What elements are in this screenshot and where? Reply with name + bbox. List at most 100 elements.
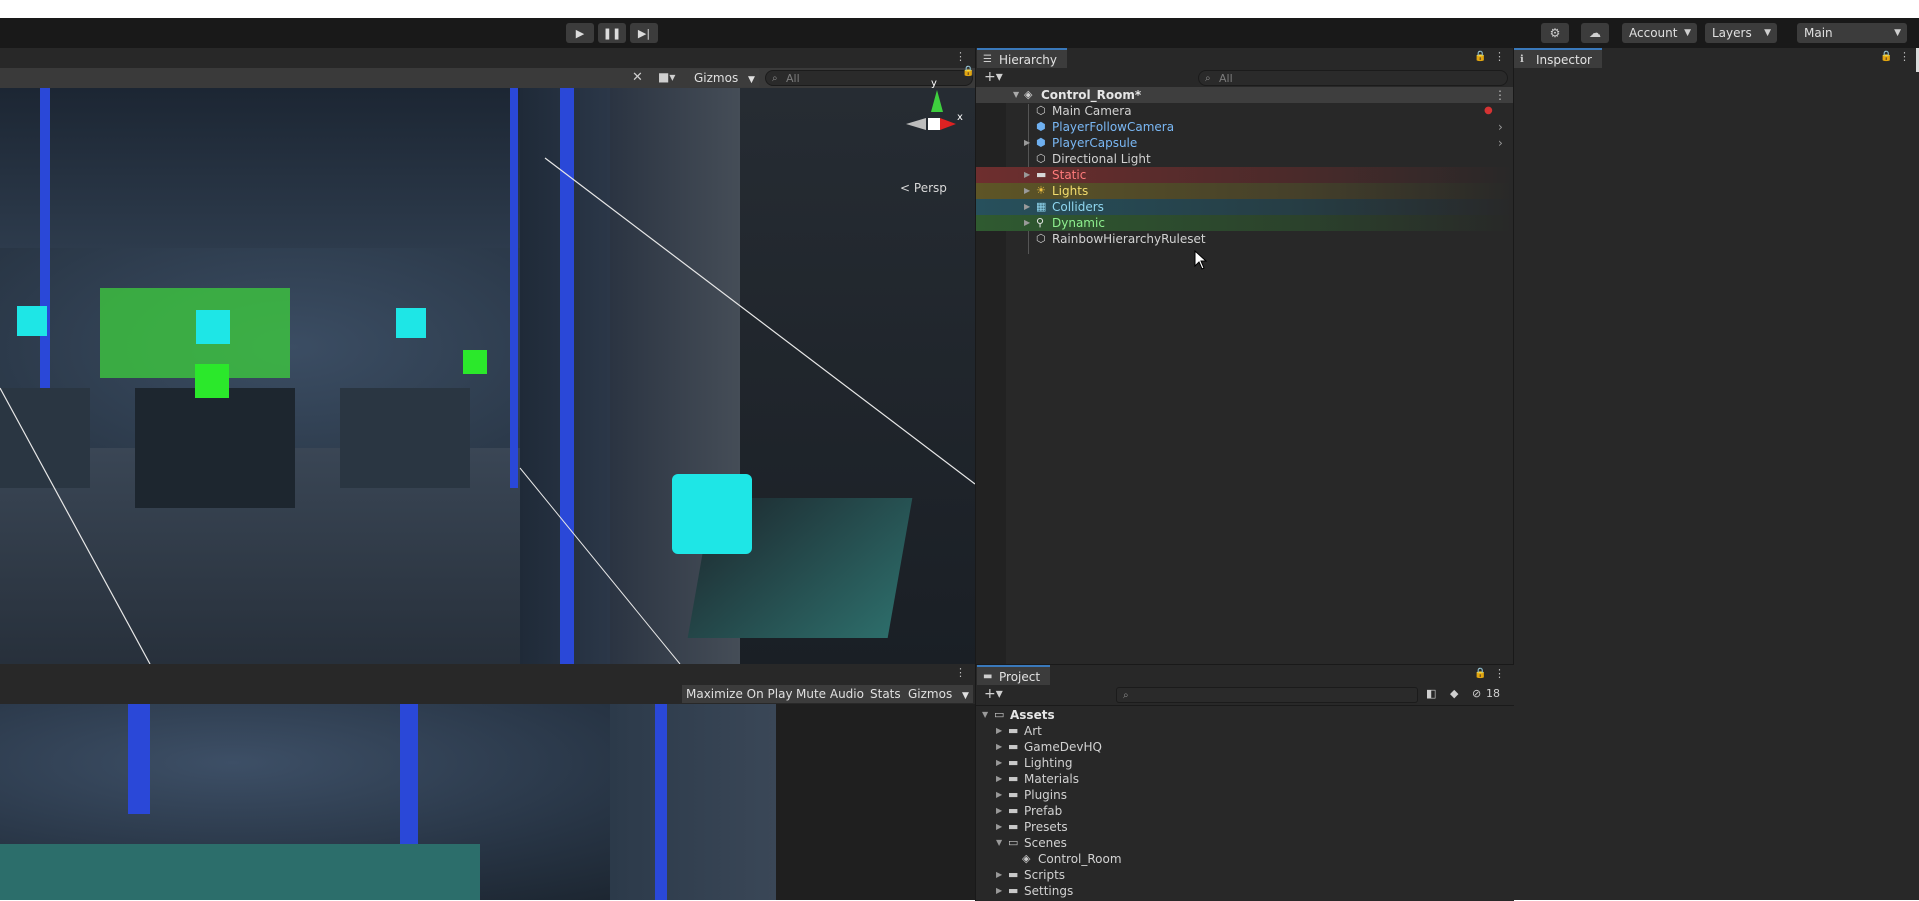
game-gizmos-button[interactable]: Gizmos ▼ (904, 685, 973, 703)
expand-arrow-icon[interactable]: ▶ (1024, 215, 1030, 231)
label-tag-icon[interactable]: ◆ (1450, 687, 1458, 700)
gizmo-y-arrow[interactable] (931, 90, 943, 112)
folder-item[interactable]: ▶ ▬ Prefab (976, 803, 1514, 819)
chevron-right-icon[interactable]: › (1498, 135, 1503, 151)
tab-hierarchy[interactable]: ☰ Hierarchy (977, 48, 1068, 68)
expand-arrow-icon[interactable]: ▶ (996, 723, 1002, 739)
expand-arrow-icon[interactable]: ▶ (1024, 135, 1030, 151)
more-options-icon[interactable]: ⋮ (1899, 50, 1910, 63)
hierarchy-item[interactable]: ⬡ RainbowHierarchyRuleset (976, 231, 1514, 247)
chevron-down-icon: ▼ (962, 691, 969, 701)
gizmo-center-cube[interactable] (928, 118, 940, 130)
hidden-packages-icon[interactable]: ⊘ (1472, 687, 1481, 700)
step-icon: ▶| (637, 26, 651, 40)
expand-arrow-icon[interactable]: ▶ (996, 739, 1002, 755)
pause-button[interactable]: ❚❚ (598, 23, 626, 43)
camera-icon[interactable]: ■▾ (658, 70, 675, 84)
assets-root-row[interactable]: ▼ ▭ Assets (976, 707, 1514, 723)
hierarchy-item[interactable]: ▶ ⬢ PlayerCapsule › (976, 135, 1514, 151)
hierarchy-item[interactable]: ▶ ⚲ Dynamic (976, 215, 1514, 231)
layers-label: Layers (1712, 26, 1752, 40)
step-button[interactable]: ▶| (630, 23, 658, 43)
lock-icon[interactable]: 🔒 (1880, 51, 1892, 62)
gizmo-negx-arrow[interactable] (906, 118, 926, 130)
tab-inspector[interactable]: ℹ Inspector (1514, 48, 1602, 68)
stats-toggle[interactable]: Stats (866, 685, 905, 703)
hierarchy-item[interactable]: ⬡ Directional Light (976, 151, 1514, 167)
more-options-icon[interactable]: ⋮ (1494, 667, 1505, 680)
play-button[interactable]: ▶ (566, 23, 594, 43)
gizmo-x-arrow[interactable] (940, 118, 956, 130)
more-options-icon[interactable]: ⋮ (955, 50, 966, 63)
expand-arrow-icon[interactable]: ▼ (1013, 87, 1019, 103)
scene-viewport[interactable] (0, 88, 975, 664)
layers-dropdown[interactable]: Layers ▼ (1705, 23, 1777, 43)
maximize-on-play-toggle[interactable]: Maximize On Play (682, 685, 797, 703)
expand-arrow-icon[interactable]: ▶ (996, 755, 1002, 771)
expand-arrow-icon[interactable]: ▶ (1024, 183, 1030, 199)
prefab-icon: ⬢ (1036, 120, 1046, 133)
expand-arrow-icon[interactable]: ▶ (996, 771, 1002, 787)
chevron-right-icon[interactable]: › (1498, 119, 1503, 135)
hierarchy-item[interactable]: ⬢ PlayerFollowCamera › (976, 119, 1514, 135)
expand-arrow-icon[interactable]: ▶ (1024, 167, 1030, 183)
folder-item[interactable]: ▶ ▬ GameDevHQ (976, 739, 1514, 755)
scene-root-row[interactable]: ▼ ◈ Control_Room* ⋮ (976, 87, 1514, 103)
camera-badge-icon: ● (1484, 105, 1493, 116)
folder-item[interactable]: ▼ ▭ Scenes (976, 835, 1514, 851)
tab-project[interactable]: ▬ Project (977, 665, 1051, 685)
game-gizmos-label: Gizmos (908, 687, 953, 701)
folder-label: Presets (1024, 820, 1068, 834)
mute-audio-toggle[interactable]: Mute Audio (792, 685, 868, 703)
cloud-button[interactable]: ☁ (1581, 23, 1609, 43)
search-icon: ⌕ (1205, 73, 1211, 84)
persp-toggle[interactable]: < Persp (900, 181, 947, 195)
hierarchy-item[interactable]: ▶ ▦ Colliders (976, 199, 1514, 215)
folder-item[interactable]: ▶ ▬ Plugins (976, 787, 1514, 803)
create-button[interactable]: +▾ (984, 686, 1003, 702)
lock-icon[interactable]: 🔒 (962, 66, 974, 77)
expand-arrow-icon[interactable]: ▶ (996, 883, 1002, 899)
folder-item[interactable]: ▶ ▬ Scripts (976, 867, 1514, 883)
lock-icon[interactable]: 🔒 (1474, 51, 1486, 62)
services-button[interactable]: ⚙ (1541, 23, 1569, 43)
project-search-input[interactable]: ⌕ (1116, 687, 1418, 703)
axis-y-label: y (931, 78, 937, 89)
account-dropdown[interactable]: Account ▼ (1622, 23, 1697, 43)
more-options-icon[interactable]: ⋮ (955, 666, 966, 679)
create-button[interactable]: +▾ (984, 69, 1003, 85)
tools-icon[interactable]: ✕ (632, 70, 643, 85)
expand-arrow-icon[interactable]: ▶ (996, 867, 1002, 883)
chevron-down-icon: ▼ (748, 75, 755, 85)
folder-item[interactable]: ▶ ▬ Materials (976, 771, 1514, 787)
search-by-type-icon[interactable]: ◧ (1426, 687, 1436, 700)
folder-item[interactable]: ▶ ▬ Lighting (976, 755, 1514, 771)
layout-dropdown[interactable]: Main ▼ (1797, 23, 1907, 43)
expand-arrow-icon[interactable]: ▼ (996, 835, 1002, 851)
scene-asset-item[interactable]: ◈ Control_Room (976, 851, 1514, 867)
hierarchy-item-label: Dynamic (1052, 216, 1105, 230)
folder-icon: ▬ (1008, 868, 1019, 881)
expand-arrow-icon[interactable]: ▶ (996, 803, 1002, 819)
pause-icon: ❚❚ (602, 26, 622, 40)
hierarchy-item[interactable]: ▶ ▬ Static (976, 167, 1514, 183)
expand-arrow-icon[interactable]: ▶ (996, 819, 1002, 835)
project-tab-label: Project (999, 670, 1041, 684)
folder-item[interactable]: ▶ ▬ Presets (976, 819, 1514, 835)
scene-view[interactable]: ⋮ ✕ ■▾ Gizmos ▼ ⌕ All y x 🔒 < Persp (0, 48, 975, 664)
folder-item[interactable]: ▶ ▬ Settings (976, 883, 1514, 899)
hierarchy-item[interactable]: ▶ ☀ Lights (976, 183, 1514, 199)
expand-arrow-icon[interactable]: ▶ (1024, 199, 1030, 215)
expand-arrow-icon[interactable]: ▶ (996, 787, 1002, 803)
folder-item[interactable]: ▶ ▬ Art (976, 723, 1514, 739)
lock-icon[interactable]: 🔒 (1474, 668, 1486, 679)
game-view[interactable]: ⋮ Maximize On Play Mute Audio Stats Gizm… (0, 664, 975, 900)
hierarchy-search-input[interactable]: ⌕ All (1198, 70, 1508, 86)
more-options-icon[interactable]: ⋮ (1494, 50, 1505, 63)
orientation-gizmo[interactable]: y x 🔒 (900, 66, 974, 158)
scene-gizmos-button[interactable]: Gizmos ▼ (690, 69, 759, 87)
hierarchy-item[interactable]: ⬡ Main Camera ● (976, 103, 1514, 119)
game-viewport[interactable] (0, 704, 776, 900)
more-options-icon[interactable]: ⋮ (1494, 87, 1506, 103)
expand-arrow-icon[interactable]: ▼ (982, 707, 988, 723)
